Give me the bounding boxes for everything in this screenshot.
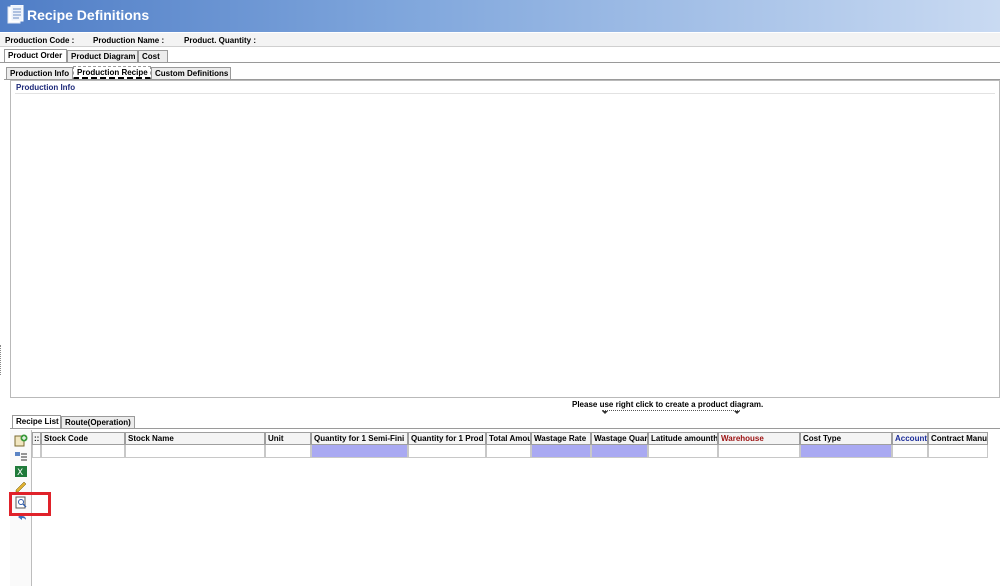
- column-header[interactable]: Wastage Rate: [531, 432, 591, 445]
- column-header[interactable]: Latitude amounth: [648, 432, 718, 445]
- highlight-box: [9, 492, 51, 516]
- grid-cell[interactable]: [41, 445, 125, 458]
- column-header[interactable]: Stock Code: [41, 432, 125, 445]
- column-header[interactable]: Quantity for 1 Prod: [408, 432, 486, 445]
- tab-baseline: [0, 62, 1000, 63]
- production-info-bar: Production Code : Production Name : Prod…: [0, 33, 1000, 47]
- production-name-label: Production Name :: [93, 36, 165, 45]
- excel-export-icon[interactable]: X: [14, 465, 28, 478]
- divider: [15, 93, 995, 94]
- column-header[interactable]: Cost Type: [800, 432, 892, 445]
- column-header[interactable]: Account: [892, 432, 928, 445]
- splitter-grip[interactable]: [0, 345, 2, 375]
- grid-cell[interactable]: [718, 445, 800, 458]
- grid-cell[interactable]: [591, 445, 648, 458]
- production-info-panel: Production Info: [10, 80, 1000, 398]
- diagram-drop-area[interactable]: [602, 410, 740, 414]
- tab-recipe-list[interactable]: Recipe List: [12, 415, 61, 429]
- recipe-tab-baseline: [10, 428, 1000, 429]
- grid-cell[interactable]: [125, 445, 265, 458]
- column-header[interactable]: Total Amou: [486, 432, 531, 445]
- recipe-book-icon: [7, 5, 24, 24]
- grid-cell[interactable]: [486, 445, 531, 458]
- add-row-icon[interactable]: [14, 434, 28, 447]
- title-bar: Recipe Definitions: [0, 0, 1000, 32]
- insert-row-icon[interactable]: [14, 449, 28, 462]
- production-info-legend: Production Info: [16, 83, 76, 92]
- production-code-label: Production Code :: [5, 36, 75, 45]
- column-header[interactable]: Contract Manu: [928, 432, 988, 445]
- grid-cell[interactable]: [265, 445, 311, 458]
- diagram-hint-text: Please use right click to create a produ…: [572, 400, 764, 409]
- row-header[interactable]: ::: [32, 432, 41, 445]
- grid-cell[interactable]: [928, 445, 988, 458]
- window-title: Recipe Definitions: [27, 7, 150, 23]
- row-selector[interactable]: [32, 445, 41, 458]
- grid-cell[interactable]: [648, 445, 718, 458]
- column-header[interactable]: Quantity for 1 Semi-Fini: [311, 432, 408, 445]
- grid-cell[interactable]: [800, 445, 892, 458]
- production-quantity-label: Product. Quantity :: [184, 36, 256, 45]
- grid-cell[interactable]: [311, 445, 408, 458]
- grid-cell[interactable]: [531, 445, 591, 458]
- arrow-down-icon: [734, 411, 740, 414]
- arrow-down-icon: [602, 411, 608, 414]
- grid-cell[interactable]: [408, 445, 486, 458]
- column-header[interactable]: Unit: [265, 432, 311, 445]
- column-header[interactable]: Wastage Quar: [591, 432, 648, 445]
- svg-text:X: X: [17, 468, 23, 478]
- column-header[interactable]: Stock Name: [125, 432, 265, 445]
- tab-product-order[interactable]: Product Order: [4, 49, 67, 63]
- tab-production-recipe[interactable]: Production Recipe: [73, 66, 151, 80]
- column-header[interactable]: Warehouse: [718, 432, 800, 445]
- grid-cell[interactable]: [892, 445, 928, 458]
